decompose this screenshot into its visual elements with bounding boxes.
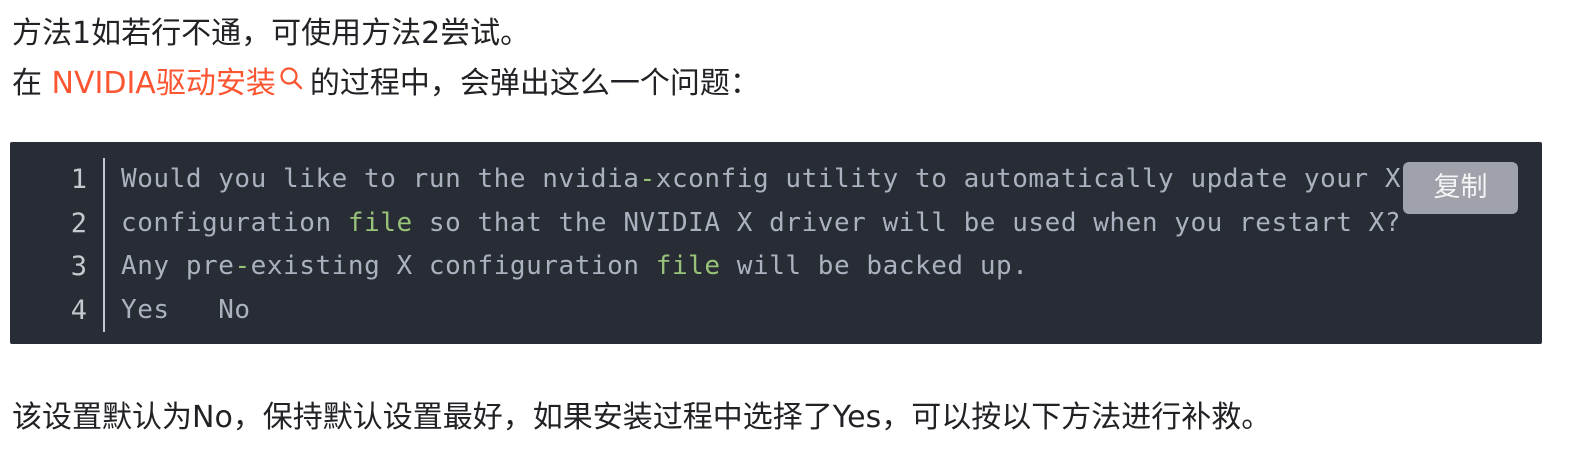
code-lines: Would you like to run the nvidia-xconfig… [121,158,1542,332]
paragraph-method-note: 方法1如若行不通，可使用方法2尝试。 [12,16,531,51]
code-text: Any pre [121,251,235,281]
line-number-gutter: 1 2 3 4 [10,158,105,332]
code-text: Would you like to run the nvidia [121,164,640,194]
code-line: configuration file so that the NVIDIA X … [121,202,1542,246]
code-text: xconfig utility to automatically update … [655,164,1402,194]
paragraph-intro: 在 NVIDIA驱动安装 的过程中，会弹出这么一个问题： [12,64,760,104]
code-text: existing X configuration [250,251,656,281]
line-number: 2 [70,207,87,239]
code-block: 1 2 3 4 Would you like to run the nvidia… [10,142,1542,344]
code-line: Would you like to run the nvidia-xconfig… [121,158,1542,202]
code-text: configuration [121,207,348,238]
intro-suffix: 的过程中，会弹出这么一个问题： [309,66,760,101]
intro-prefix: 在 [12,66,52,101]
code-text: Yes No [121,294,251,325]
line-number: 4 [70,294,87,326]
nvidia-driver-install-link[interactable]: NVIDIA驱动安装 [52,66,276,101]
code-text: so that the NVIDIA X driver will be used… [412,207,1402,238]
code-line: Yes No [121,289,1542,333]
search-icon[interactable] [278,64,306,92]
code-operator: - [234,251,251,281]
paragraph-explanation: 该设置默认为No，保持默认设置最好，如果安装过程中选择了Yes，可以按以下方法进… [12,400,1272,435]
line-number: 3 [70,251,87,282]
code-text: will be backed up. [720,251,1029,281]
code-keyword: file [655,251,721,281]
code-line: Any pre-existing X configuration file wi… [121,245,1542,289]
line-number: 1 [70,164,87,195]
code-keyword: file [347,207,413,238]
code-operator: - [639,164,656,194]
copy-button[interactable]: 复制 [1403,162,1518,214]
